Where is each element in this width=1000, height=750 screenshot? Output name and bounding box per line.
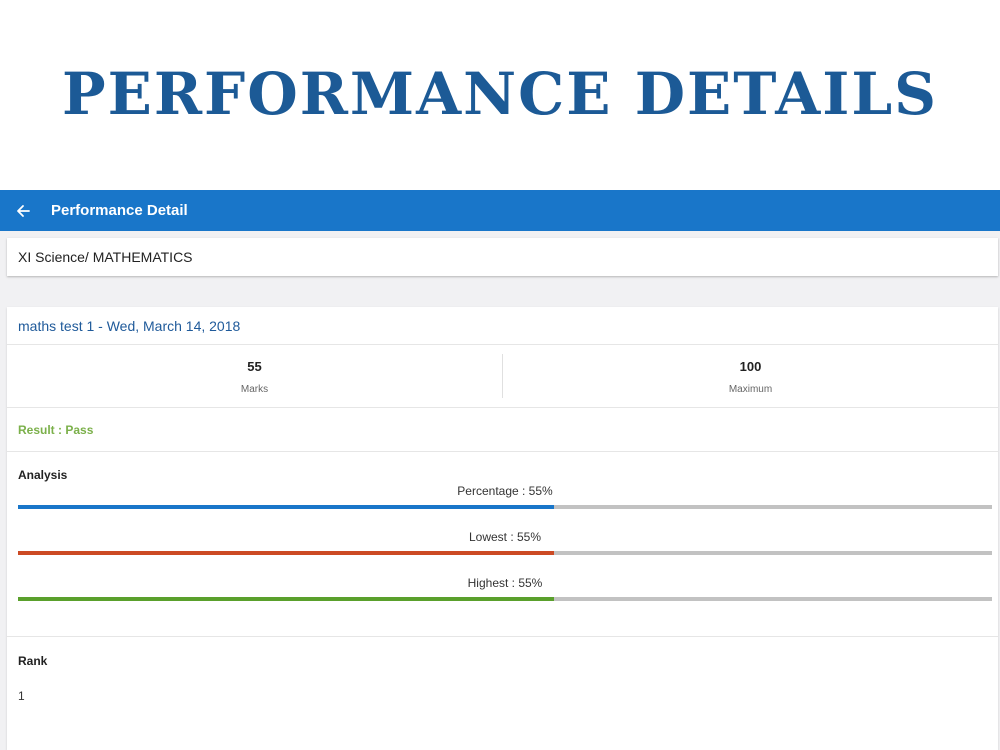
highest-metric: Highest : 55% <box>18 574 992 620</box>
metric-label: Lowest : 55% <box>468 530 542 544</box>
progress-fill <box>18 505 554 509</box>
arrow-left-icon[interactable] <box>14 202 32 220</box>
metric-label: Highest : 55% <box>467 576 543 590</box>
rank-value: 1 <box>18 689 25 703</box>
progress-fill <box>18 597 554 601</box>
progress-track <box>18 505 992 509</box>
maximum-value: 100 <box>739 359 762 374</box>
lowest-metric: Lowest : 55% <box>18 528 992 574</box>
rank-section: Rank 1 <box>7 637 998 703</box>
app-bar: Performance Detail <box>0 190 1000 231</box>
banner-title: PERFORMANCE DETAILS <box>62 59 938 128</box>
marks-stat: 55 Marks <box>7 345 502 407</box>
banner: PERFORMANCE DETAILS <box>0 0 1000 190</box>
page-title: Performance Detail <box>51 202 188 219</box>
analysis-section: Analysis Percentage : 55% Lowest : 55% H… <box>7 452 998 637</box>
percentage-metric: Percentage : 55% <box>18 482 992 528</box>
analysis-heading: Analysis <box>18 468 68 482</box>
maximum-stat: 100 Maximum <box>502 354 998 398</box>
result-status: Result : Pass <box>7 408 998 452</box>
app-screen: Performance Detail XI Science/ MATHEMATI… <box>0 190 1000 750</box>
metric-label: Percentage : 55% <box>457 484 553 498</box>
maximum-label: Maximum <box>728 384 773 395</box>
progress-track <box>18 551 992 555</box>
test-title: maths test 1 - Wed, March 14, 2018 <box>7 307 998 345</box>
rank-heading: Rank <box>18 654 48 668</box>
test-detail-card: maths test 1 - Wed, March 14, 2018 55 Ma… <box>7 307 998 750</box>
marks-label: Marks <box>240 384 269 395</box>
progress-fill <box>18 551 554 555</box>
progress-track <box>18 597 992 601</box>
score-stats: 55 Marks 100 Maximum <box>7 345 998 408</box>
marks-value: 55 <box>247 359 262 374</box>
course-selector[interactable]: XI Science/ MATHEMATICS <box>7 238 998 276</box>
